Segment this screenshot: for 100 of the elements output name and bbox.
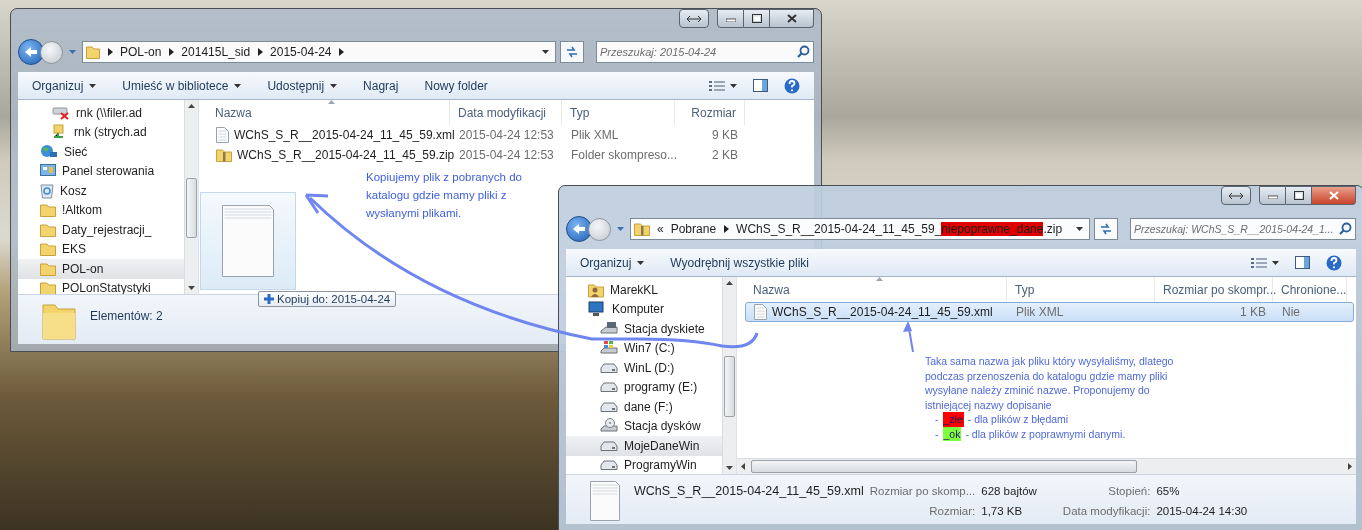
list-view-icon bbox=[709, 79, 725, 92]
toolbar-button[interactable]: Nowy folder bbox=[424, 78, 488, 93]
toolbar-button[interactable]: Wyodrębnij wszystkie pliki bbox=[670, 255, 809, 270]
scroll-thumb[interactable] bbox=[751, 460, 1137, 473]
sidebar-item[interactable]: !Altkom bbox=[18, 200, 184, 220]
floppy-drive-icon bbox=[600, 320, 618, 337]
breadcrumb-item[interactable]: POL-on bbox=[120, 45, 162, 59]
file-name: WChS_S_R__2015-04-24_11_45_59.xml bbox=[634, 484, 864, 498]
sidebar-item[interactable]: MojeDaneWin bbox=[566, 436, 722, 456]
refresh-button[interactable] bbox=[1094, 218, 1118, 240]
close-button[interactable] bbox=[1312, 186, 1356, 205]
caret-icon bbox=[542, 50, 549, 54]
address-bar[interactable]: POL-on 201415L_sid 2015-04-24 bbox=[82, 41, 556, 63]
maximize-button[interactable] bbox=[744, 9, 770, 28]
scroll-thumb[interactable] bbox=[186, 177, 197, 238]
sidebar-item[interactable]: Panel sterowania bbox=[18, 161, 184, 181]
snap-button[interactable] bbox=[1221, 186, 1251, 205]
sidebar-item[interactable]: ProgramyWin bbox=[566, 455, 722, 474]
address-dropdown[interactable] bbox=[542, 50, 549, 54]
view-options-button[interactable] bbox=[1251, 256, 1279, 269]
refresh-button[interactable] bbox=[560, 41, 584, 63]
address-dropdown[interactable] bbox=[1076, 227, 1083, 231]
preview-pane-icon bbox=[753, 79, 768, 92]
caret-icon bbox=[69, 50, 76, 54]
sidebar-item[interactable]: dane (F:) bbox=[566, 397, 722, 417]
maximize-icon bbox=[751, 14, 762, 23]
toolbar-button[interactable]: Nagraj bbox=[363, 78, 399, 93]
detail-label: Rozmiar: bbox=[928, 505, 976, 517]
table-cell-text: 2015-04-24 12:53 bbox=[458, 128, 555, 142]
sidebar-item[interactable]: Stacja dyskiete bbox=[566, 319, 722, 339]
refresh-icon bbox=[1099, 223, 1113, 235]
minimize-button[interactable] bbox=[1259, 186, 1286, 205]
vertical-scrollbar[interactable] bbox=[722, 277, 736, 474]
breadcrumb-item[interactable]: Pobrane bbox=[670, 222, 717, 236]
sidebar-item[interactable]: Kosz bbox=[18, 181, 184, 201]
close-button[interactable] bbox=[770, 9, 814, 28]
history-dropdown[interactable] bbox=[615, 227, 626, 231]
preview-pane-button[interactable] bbox=[1295, 256, 1310, 269]
breadcrumb-item[interactable]: 201415L_sid bbox=[181, 45, 251, 59]
scroll-thumb[interactable] bbox=[724, 355, 735, 417]
preview-pane-button[interactable] bbox=[753, 79, 768, 92]
column-header[interactable]: Rozmiar bbox=[675, 100, 745, 125]
breadcrumb-overflow[interactable]: « bbox=[657, 222, 664, 236]
breadcrumb-item[interactable]: 2015-04-24 bbox=[270, 45, 332, 59]
sidebar-item[interactable]: rnk (strych.ad bbox=[18, 122, 184, 142]
minimize-icon bbox=[1267, 192, 1278, 199]
pointer-arrow bbox=[903, 321, 914, 353]
help-button[interactable] bbox=[1326, 254, 1342, 271]
sidebar-item[interactable]: programy (E:) bbox=[566, 377, 722, 397]
search-field[interactable]: Przeszukaj: WChS_S_R__2015-04-24_1... bbox=[1130, 218, 1356, 240]
sidebar-item[interactable]: POL-on bbox=[18, 259, 184, 279]
column-header[interactable]: Typ bbox=[562, 100, 675, 125]
detail-value: 1,73 KB bbox=[981, 505, 1024, 517]
table-cell-text: 2015-04-24 12:53 bbox=[458, 148, 555, 162]
sidebar-item[interactable]: POLonStatystyki bbox=[18, 278, 184, 294]
hard-drive-icon bbox=[600, 439, 618, 452]
search-icon bbox=[1339, 222, 1352, 235]
back-button[interactable] bbox=[566, 216, 592, 242]
file-row[interactable]: WChS_S_R__2015-04-24_11_45_59.zip 2015-04-24 12:53 Folder skompreso... 2 KB bbox=[207, 145, 747, 165]
toolbar-button[interactable]: Organizuj bbox=[32, 78, 97, 93]
zip-folder-icon bbox=[216, 148, 232, 162]
toolbar-button[interactable]: Umieść w bibliotece bbox=[122, 78, 242, 93]
toolbar-button[interactable]: Organizuj bbox=[580, 255, 645, 270]
suffix-description: - dla plików z błędami bbox=[967, 412, 1069, 427]
back-button[interactable] bbox=[18, 39, 44, 65]
forward-button[interactable] bbox=[588, 217, 611, 241]
sidebar-item[interactable]: EKS bbox=[18, 239, 184, 259]
column-header[interactable]: Data modyfikacji bbox=[450, 100, 562, 125]
snap-button[interactable] bbox=[679, 9, 709, 28]
help-button[interactable] bbox=[784, 77, 800, 94]
caret-icon bbox=[330, 83, 338, 88]
list-dash: - bbox=[935, 426, 939, 441]
file-row[interactable]: WChS_S_R__2015-04-24_11_45_59.xml Plik XML 1 KB Nie bbox=[745, 302, 1354, 322]
view-options-button[interactable] bbox=[709, 79, 737, 92]
sidebar-item[interactable]: Win7 (C:) bbox=[566, 338, 722, 358]
sidebar-item[interactable]: rnk (\\filer.ad bbox=[18, 103, 184, 123]
search-field[interactable]: Przeszukaj: 2015-04-24 bbox=[596, 41, 814, 63]
sidebar-item[interactable]: WinL (D:) bbox=[566, 358, 722, 378]
sidebar-item[interactable]: Sieć bbox=[18, 142, 184, 162]
toolbar-button[interactable]: Udostępnij bbox=[267, 78, 338, 93]
column-header[interactable]: Nazwa bbox=[207, 100, 450, 125]
sidebar-item[interactable]: Komputer bbox=[566, 299, 722, 319]
annotation-text: Kopiujemy plik z pobranych do katalogu gdzie mamy pliki z wysłanymi plikami. bbox=[366, 170, 523, 221]
horizontal-scrollbar[interactable] bbox=[737, 458, 1356, 474]
item-count: Elementów: 2 bbox=[90, 309, 163, 323]
sidebar-item[interactable]: Stacja dysków bbox=[566, 416, 722, 436]
file-icon bbox=[222, 205, 274, 277]
table-cell-text: 1 KB bbox=[1239, 305, 1267, 319]
forward-button[interactable] bbox=[40, 40, 63, 64]
optical-drive-icon bbox=[600, 418, 618, 435]
table-cell-text: Plik XML bbox=[1015, 305, 1065, 319]
vertical-scrollbar[interactable] bbox=[184, 100, 198, 294]
caret-icon bbox=[730, 83, 737, 88]
minimize-button[interactable] bbox=[717, 9, 744, 28]
sidebar-item[interactable]: Daty_rejestracji_ bbox=[18, 220, 184, 240]
file-row[interactable]: WChS_S_R__2015-04-24_11_45_59.xml 2015-04-24 12:53 Plik XML 9 KB bbox=[207, 125, 747, 145]
scroll-down-icon bbox=[726, 466, 733, 470]
sidebar-item[interactable]: MarekKL bbox=[566, 280, 722, 300]
maximize-button[interactable] bbox=[1286, 186, 1312, 205]
history-dropdown[interactable] bbox=[67, 50, 78, 54]
